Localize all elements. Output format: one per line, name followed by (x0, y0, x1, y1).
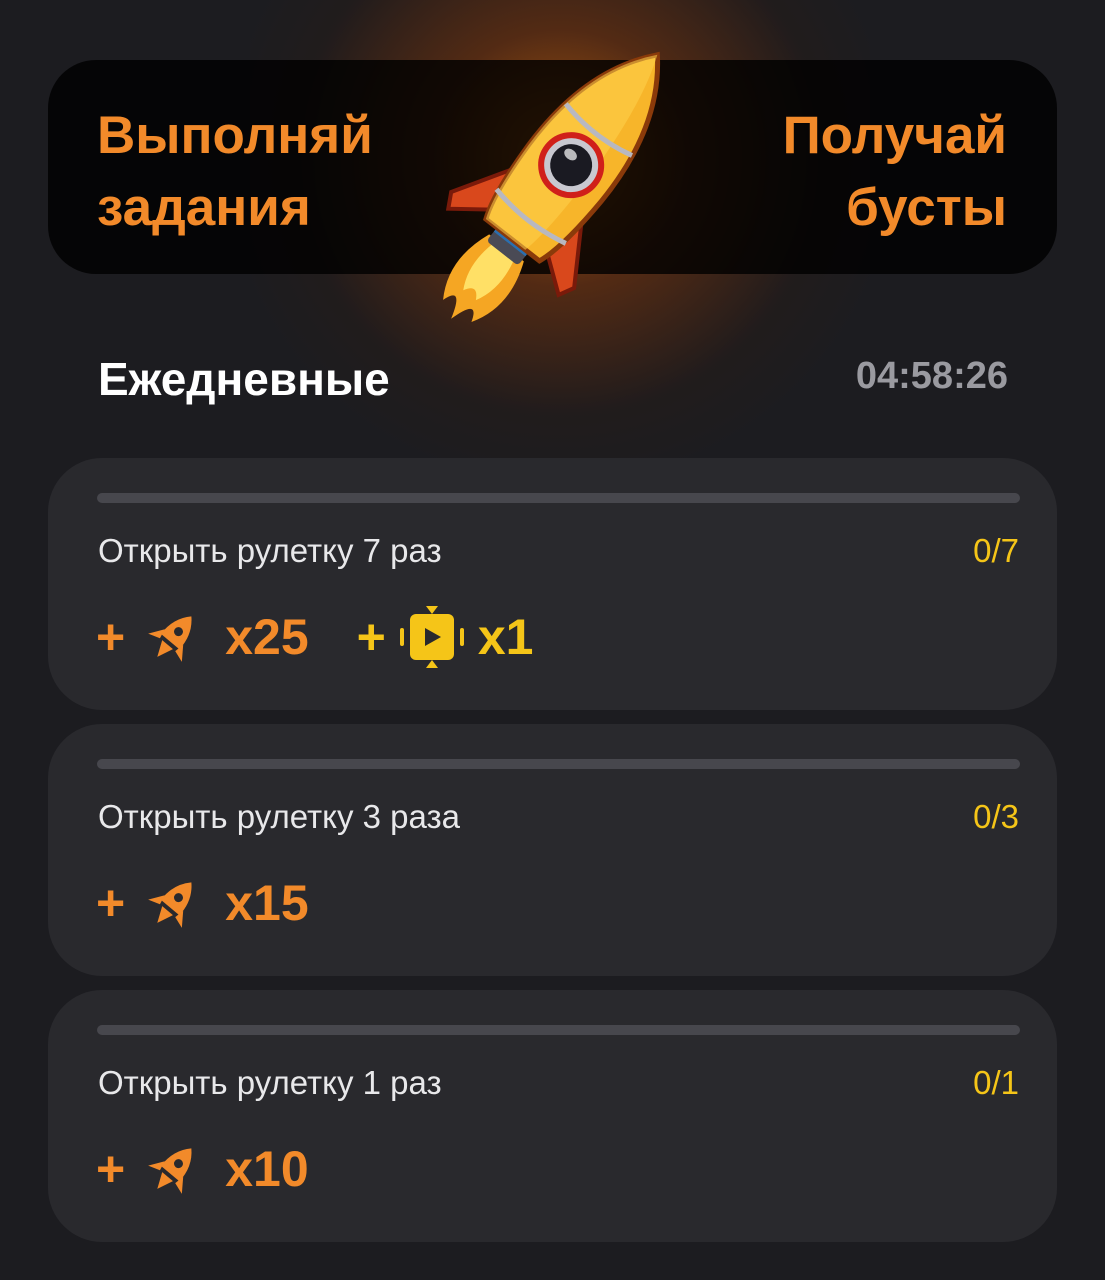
reward-item: + x10 (96, 1138, 309, 1200)
reward-item: + x15 (96, 872, 309, 934)
banner-right-text: Получай бусты (783, 100, 1007, 244)
task-title: Открыть рулетку 1 раз (98, 1064, 442, 1101)
banner-left-line1: Выполняй (97, 106, 373, 165)
reward-amount: x15 (225, 875, 309, 931)
task-card[interactable]: Открыть рулетку 1 раз 0/1 + x10 (48, 990, 1057, 1242)
task-title: Открыть рулетку 7 раз (98, 532, 442, 569)
task-progress-bar (97, 759, 1020, 769)
banner-right-line1: Получай (782, 106, 1007, 165)
banner-left-line2: задания (97, 178, 311, 237)
ticket-icon (399, 606, 464, 668)
task-progress-text: 0/1 (973, 1064, 1019, 1101)
rocket-icon (148, 882, 192, 928)
banner-right-line2: бусты (846, 178, 1007, 237)
task-card[interactable]: Открыть рулетку 3 раза 0/3 + x15 (48, 724, 1057, 976)
reward-plus: + (96, 609, 126, 665)
reward-item: + x1 (356, 606, 534, 668)
reward-plus: + (96, 1141, 126, 1197)
reward-amount: x1 (477, 609, 534, 665)
rocket-icon (148, 616, 192, 662)
reward-amount: x10 (225, 1141, 309, 1197)
task-rewards: + x10 (96, 1138, 357, 1200)
task-rewards: + x25 + x1 (96, 606, 581, 668)
section-title: Ежедневные (98, 353, 390, 405)
task-progress-text: 0/3 (973, 798, 1019, 835)
reward-amount: x25 (225, 609, 309, 665)
task-progress-bar (97, 1025, 1020, 1035)
banner-left-text: Выполняй задания (97, 100, 373, 244)
task-rewards: + x15 (96, 872, 357, 934)
task-card[interactable]: Открыть рулетку 7 раз 0/7 + x25 + x1 (48, 458, 1057, 710)
task-progress-text: 0/7 (973, 532, 1019, 569)
reward-item: + x25 (96, 606, 309, 668)
task-title: Открыть рулетку 3 раза (98, 798, 460, 835)
task-progress-bar (97, 493, 1020, 503)
rocket-illustration (443, 51, 661, 322)
reward-plus: + (356, 609, 386, 665)
reward-plus: + (96, 875, 126, 931)
rocket-icon (148, 1148, 192, 1194)
reset-timer: 04:58:26 (855, 355, 1008, 397)
